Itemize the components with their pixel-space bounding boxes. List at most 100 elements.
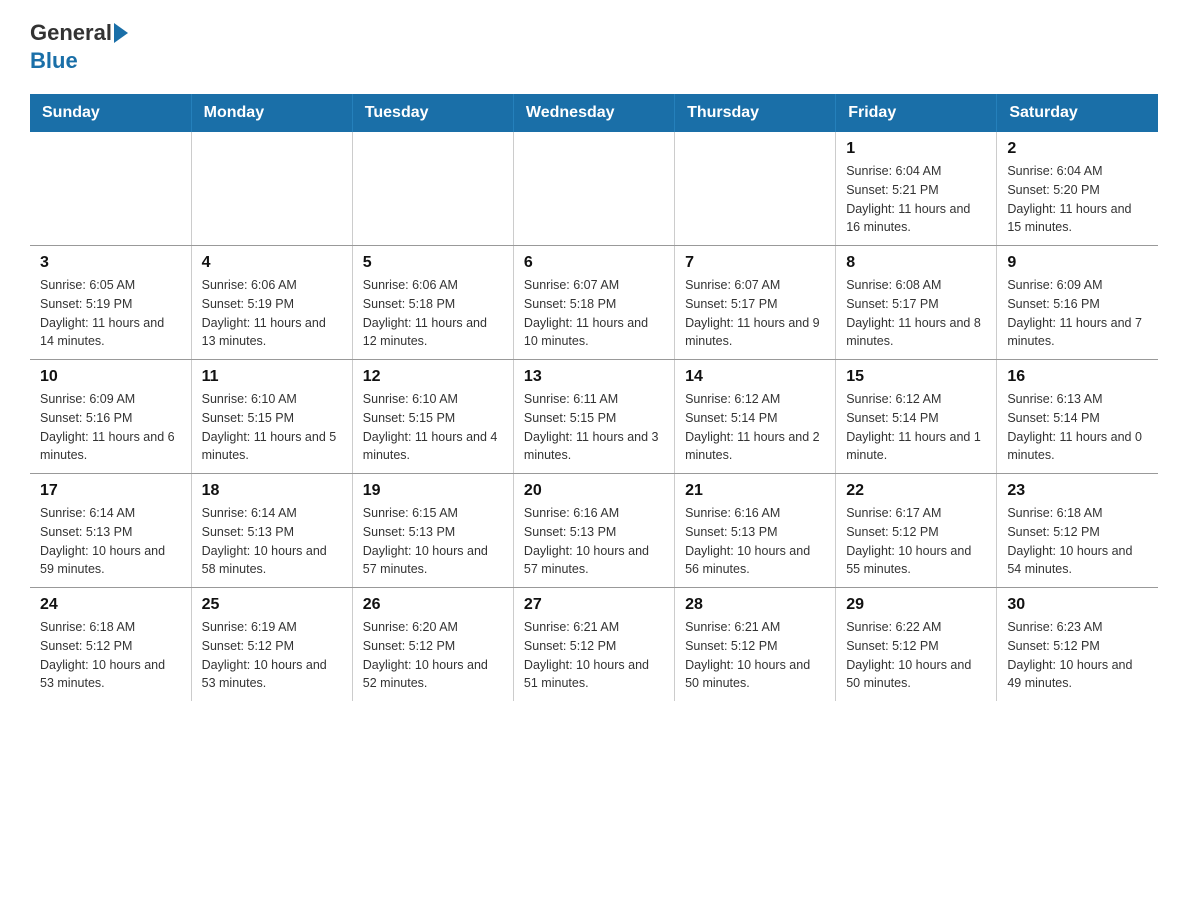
table-cell: 5Sunrise: 6:06 AM Sunset: 5:18 PM Daylig… <box>352 246 513 360</box>
day-info: Sunrise: 6:15 AM Sunset: 5:13 PM Dayligh… <box>363 504 503 579</box>
table-cell: 23 Sunrise: 6:18 AM Sunset: 5:12 PM Dayli… <box>997 474 1158 588</box>
day-info: Sunrise: 6:14 AM Sunset: 5:13 PM Dayligh… <box>202 504 342 579</box>
day-number: 14 <box>685 368 825 386</box>
calendar-header-row: SundayMondayTuesdayWednesdayThursdayFrid… <box>30 94 1158 132</box>
day-info: Sunrise: 6:04 AM Sunset: 5:21 PM Dayligh… <box>846 162 986 237</box>
table-cell: 10 Sunrise: 6:09 AM Sunset: 5:16 PM Dayli… <box>30 360 191 474</box>
table-cell: 14 Sunrise: 6:12 AM Sunset: 5:14 PM Dayli… <box>675 360 836 474</box>
day-info: Sunrise: 6:09 AM Sunset: 5:16 PM Dayligh… <box>1007 276 1148 351</box>
day-number: 7 <box>685 254 825 272</box>
day-number: 22 <box>846 482 986 500</box>
table-cell <box>675 132 836 246</box>
table-cell <box>30 132 191 246</box>
table-cell: 28 Sunrise: 6:21 AM Sunset: 5:12 PM Dayli… <box>675 588 836 702</box>
day-info: Sunrise: 6:12 AM Sunset: 5:14 PM Dayligh… <box>846 390 986 465</box>
day-info: Sunrise: 6:17 AM Sunset: 5:12 PM Dayligh… <box>846 504 986 579</box>
table-cell: 24 Sunrise: 6:18 AM Sunset: 5:12 PM Dayli… <box>30 588 191 702</box>
day-info: Sunrise: 6:10 AM Sunset: 5:15 PM Dayligh… <box>363 390 503 465</box>
table-cell: 19 Sunrise: 6:15 AM Sunset: 5:13 PM Dayli… <box>352 474 513 588</box>
day-info: Sunrise: 6:07 AM Sunset: 5:18 PM Dayligh… <box>524 276 664 351</box>
day-number: 24 <box>40 596 181 614</box>
header-sunday: Sunday <box>30 94 191 132</box>
day-info: Sunrise: 6:18 AM Sunset: 5:12 PM Dayligh… <box>40 618 181 693</box>
day-number: 26 <box>363 596 503 614</box>
day-number: 10 <box>40 368 181 386</box>
table-cell: 20 Sunrise: 6:16 AM Sunset: 5:13 PM Dayli… <box>513 474 674 588</box>
header-thursday: Thursday <box>675 94 836 132</box>
day-number: 8 <box>846 254 986 272</box>
day-info: Sunrise: 6:14 AM Sunset: 5:13 PM Dayligh… <box>40 504 181 579</box>
week-row-4: 17 Sunrise: 6:14 AM Sunset: 5:13 PM Dayli… <box>30 474 1158 588</box>
day-number: 28 <box>685 596 825 614</box>
day-info: Sunrise: 6:09 AM Sunset: 5:16 PM Dayligh… <box>40 390 181 465</box>
table-cell: 13 Sunrise: 6:11 AM Sunset: 5:15 PM Dayli… <box>513 360 674 474</box>
table-cell: 22 Sunrise: 6:17 AM Sunset: 5:12 PM Dayli… <box>836 474 997 588</box>
table-cell: 16Sunrise: 6:13 AM Sunset: 5:14 PM Dayli… <box>997 360 1158 474</box>
day-info: Sunrise: 6:12 AM Sunset: 5:14 PM Dayligh… <box>685 390 825 465</box>
day-info: Sunrise: 6:10 AM Sunset: 5:15 PM Dayligh… <box>202 390 342 465</box>
table-cell <box>191 132 352 246</box>
day-number: 27 <box>524 596 664 614</box>
day-number: 2 <box>1007 140 1148 158</box>
day-info: Sunrise: 6:07 AM Sunset: 5:17 PM Dayligh… <box>685 276 825 351</box>
week-row-5: 24 Sunrise: 6:18 AM Sunset: 5:12 PM Dayli… <box>30 588 1158 702</box>
table-cell: 29Sunrise: 6:22 AM Sunset: 5:12 PM Dayli… <box>836 588 997 702</box>
table-cell: 8 Sunrise: 6:08 AM Sunset: 5:17 PM Daylig… <box>836 246 997 360</box>
day-number: 4 <box>202 254 342 272</box>
day-number: 25 <box>202 596 342 614</box>
table-cell: 15 Sunrise: 6:12 AM Sunset: 5:14 PM Dayli… <box>836 360 997 474</box>
table-cell: 27 Sunrise: 6:21 AM Sunset: 5:12 PM Dayli… <box>513 588 674 702</box>
header-wednesday: Wednesday <box>513 94 674 132</box>
week-row-3: 10 Sunrise: 6:09 AM Sunset: 5:16 PM Dayli… <box>30 360 1158 474</box>
logo-general-text: General <box>30 20 112 46</box>
table-cell: 7 Sunrise: 6:07 AM Sunset: 5:17 PM Daylig… <box>675 246 836 360</box>
day-info: Sunrise: 6:19 AM Sunset: 5:12 PM Dayligh… <box>202 618 342 693</box>
day-number: 1 <box>846 140 986 158</box>
page-header: General Blue <box>30 20 1158 74</box>
table-cell <box>352 132 513 246</box>
day-number: 18 <box>202 482 342 500</box>
day-number: 19 <box>363 482 503 500</box>
day-info: Sunrise: 6:21 AM Sunset: 5:12 PM Dayligh… <box>524 618 664 693</box>
week-row-2: 3Sunrise: 6:05 AM Sunset: 5:19 PM Daylig… <box>30 246 1158 360</box>
day-info: Sunrise: 6:23 AM Sunset: 5:12 PM Dayligh… <box>1007 618 1148 693</box>
table-cell <box>513 132 674 246</box>
day-info: Sunrise: 6:04 AM Sunset: 5:20 PM Dayligh… <box>1007 162 1148 237</box>
table-cell: 21Sunrise: 6:16 AM Sunset: 5:13 PM Dayli… <box>675 474 836 588</box>
table-cell: 30 Sunrise: 6:23 AM Sunset: 5:12 PM Dayli… <box>997 588 1158 702</box>
day-info: Sunrise: 6:16 AM Sunset: 5:13 PM Dayligh… <box>524 504 664 579</box>
day-number: 6 <box>524 254 664 272</box>
table-cell: 12 Sunrise: 6:10 AM Sunset: 5:15 PM Dayli… <box>352 360 513 474</box>
table-cell: 6 Sunrise: 6:07 AM Sunset: 5:18 PM Daylig… <box>513 246 674 360</box>
day-info: Sunrise: 6:13 AM Sunset: 5:14 PM Dayligh… <box>1007 390 1148 465</box>
day-number: 20 <box>524 482 664 500</box>
day-number: 11 <box>202 368 342 386</box>
day-number: 29 <box>846 596 986 614</box>
header-tuesday: Tuesday <box>352 94 513 132</box>
logo-blue-text: Blue <box>30 48 78 74</box>
header-saturday: Saturday <box>997 94 1158 132</box>
week-row-1: 1 Sunrise: 6:04 AM Sunset: 5:21 PM Daylig… <box>30 132 1158 246</box>
calendar-table: SundayMondayTuesdayWednesdayThursdayFrid… <box>30 94 1158 701</box>
day-info: Sunrise: 6:08 AM Sunset: 5:17 PM Dayligh… <box>846 276 986 351</box>
logo: General Blue <box>30 20 128 74</box>
day-info: Sunrise: 6:06 AM Sunset: 5:18 PM Dayligh… <box>363 276 503 351</box>
day-info: Sunrise: 6:21 AM Sunset: 5:12 PM Dayligh… <box>685 618 825 693</box>
day-info: Sunrise: 6:06 AM Sunset: 5:19 PM Dayligh… <box>202 276 342 351</box>
table-cell: 1 Sunrise: 6:04 AM Sunset: 5:21 PM Daylig… <box>836 132 997 246</box>
day-info: Sunrise: 6:16 AM Sunset: 5:13 PM Dayligh… <box>685 504 825 579</box>
day-number: 13 <box>524 368 664 386</box>
day-info: Sunrise: 6:11 AM Sunset: 5:15 PM Dayligh… <box>524 390 664 465</box>
table-cell: 17 Sunrise: 6:14 AM Sunset: 5:13 PM Dayli… <box>30 474 191 588</box>
table-cell: 25 Sunrise: 6:19 AM Sunset: 5:12 PM Dayli… <box>191 588 352 702</box>
day-info: Sunrise: 6:18 AM Sunset: 5:12 PM Dayligh… <box>1007 504 1148 579</box>
day-number: 30 <box>1007 596 1148 614</box>
day-number: 23 <box>1007 482 1148 500</box>
day-info: Sunrise: 6:05 AM Sunset: 5:19 PM Dayligh… <box>40 276 181 351</box>
table-cell: 18 Sunrise: 6:14 AM Sunset: 5:13 PM Dayli… <box>191 474 352 588</box>
day-number: 15 <box>846 368 986 386</box>
day-number: 12 <box>363 368 503 386</box>
table-cell: 9Sunrise: 6:09 AM Sunset: 5:16 PM Daylig… <box>997 246 1158 360</box>
day-number: 17 <box>40 482 181 500</box>
table-cell: 26Sunrise: 6:20 AM Sunset: 5:12 PM Dayli… <box>352 588 513 702</box>
